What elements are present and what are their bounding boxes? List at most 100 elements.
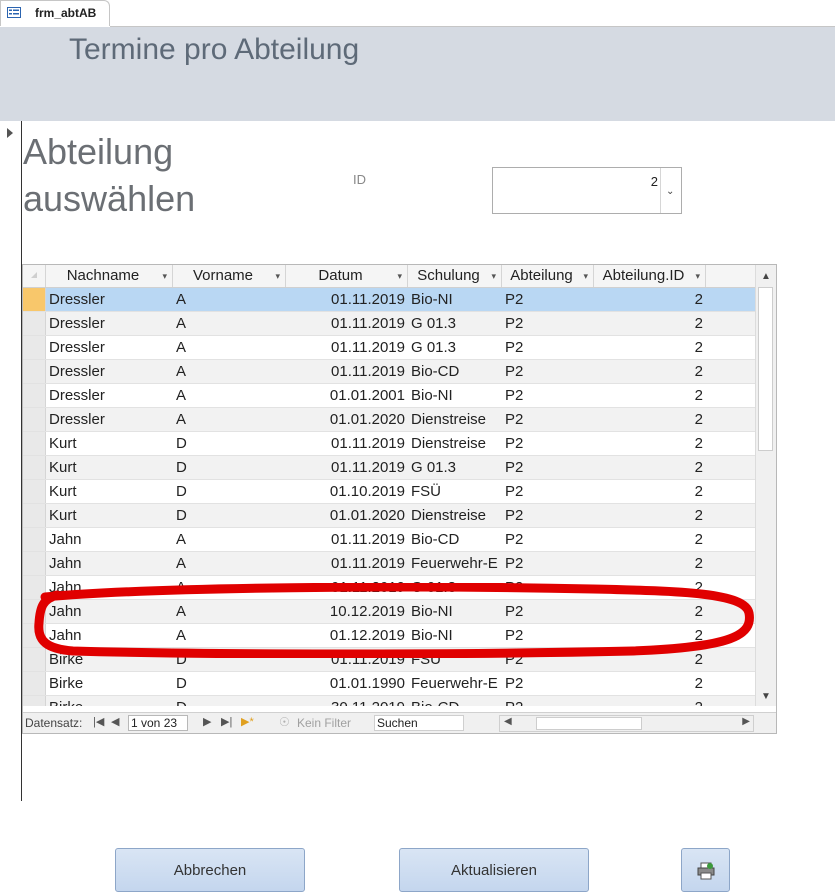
scroll-down-icon[interactable]: ▼ <box>761 691 771 702</box>
table-cell[interactable]: 01.11.2019 <box>286 360 408 383</box>
tab-frm-abtab[interactable]: frm_abtAB <box>0 0 110 26</box>
table-cell[interactable]: Bio-NI <box>408 600 502 623</box>
column-header-schulung[interactable]: Schulung ▾ <box>408 265 502 287</box>
table-row[interactable]: Dressler A 01.11.2019 G 01.3 P2 2 <box>23 312 756 336</box>
table-cell[interactable]: Feuerwehr-E <box>408 672 502 695</box>
id-dropdown-button[interactable]: ⌄ <box>660 168 681 213</box>
table-cell[interactable]: Dienstreise <box>408 408 502 431</box>
table-cell[interactable]: 2 <box>594 432 706 455</box>
table-cell[interactable]: P2 <box>502 360 594 383</box>
new-record-icon[interactable]: ▶* <box>241 715 254 728</box>
table-cell[interactable]: A <box>173 528 286 551</box>
table-cell[interactable]: A <box>173 336 286 359</box>
sort-dropdown-icon[interactable]: ▾ <box>491 265 496 287</box>
table-cell[interactable]: Dressler <box>46 288 173 311</box>
table-cell[interactable]: Dienstreise <box>408 432 502 455</box>
table-cell[interactable]: P2 <box>502 432 594 455</box>
table-cell[interactable]: P2 <box>502 480 594 503</box>
table-cell[interactable]: 01.11.2019 <box>286 456 408 479</box>
table-row[interactable]: Jahn A 01.11.2019 Feuerwehr-E P2 2 <box>23 552 756 576</box>
table-cell[interactable]: Kurt <box>46 504 173 527</box>
table-cell[interactable]: D <box>173 504 286 527</box>
table-cell[interactable]: D <box>173 696 286 706</box>
vertical-scroll-thumb[interactable] <box>758 287 773 451</box>
row-selector[interactable] <box>23 576 46 599</box>
table-cell[interactable]: Bio-NI <box>408 384 502 407</box>
table-cell[interactable]: D <box>173 456 286 479</box>
table-cell[interactable]: P2 <box>502 336 594 359</box>
vertical-scrollbar[interactable]: ▲ ▼ <box>755 265 776 706</box>
row-selector[interactable] <box>23 504 46 527</box>
row-selector[interactable] <box>23 360 46 383</box>
table-cell[interactable]: D <box>173 432 286 455</box>
table-cell[interactable]: D <box>173 672 286 695</box>
table-cell[interactable]: 30.11.2019 <box>286 696 408 706</box>
table-cell[interactable]: 01.01.2020 <box>286 504 408 527</box>
table-cell[interactable]: 01.11.2019 <box>286 576 408 599</box>
table-cell[interactable]: Bio-CD <box>408 360 502 383</box>
table-cell[interactable]: 2 <box>594 408 706 431</box>
table-cell[interactable]: Jahn <box>46 552 173 575</box>
row-selector[interactable] <box>23 480 46 503</box>
table-row[interactable]: Birke D 01.01.1990 Feuerwehr-E P2 2 <box>23 672 756 696</box>
table-row[interactable]: Birke D 01.11.2019 FSÜ P2 2 <box>23 648 756 672</box>
table-cell[interactable]: 01.11.2019 <box>286 288 408 311</box>
column-header-abteilung-id[interactable]: Abteilung.ID ▾ <box>594 265 706 287</box>
table-cell[interactable]: Dressler <box>46 384 173 407</box>
row-selector[interactable] <box>23 552 46 575</box>
horizontal-scrollbar[interactable]: ◀ ▶ <box>499 715 754 732</box>
table-cell[interactable]: 01.01.2001 <box>286 384 408 407</box>
row-selector[interactable] <box>23 696 46 706</box>
table-row[interactable]: Jahn A 10.12.2019 Bio-NI P2 2 <box>23 600 756 624</box>
table-cell[interactable]: Kurt <box>46 480 173 503</box>
table-cell[interactable]: 2 <box>594 528 706 551</box>
table-cell[interactable]: Dressler <box>46 312 173 335</box>
search-input[interactable]: Suchen <box>374 715 464 731</box>
last-record-icon[interactable]: ▶| <box>221 715 232 728</box>
table-cell[interactable]: Dienstreise <box>408 504 502 527</box>
sort-dropdown-icon[interactable]: ▾ <box>695 265 700 287</box>
table-cell[interactable]: A <box>173 288 286 311</box>
table-cell[interactable]: 2 <box>594 480 706 503</box>
table-cell[interactable]: 01.11.2019 <box>286 312 408 335</box>
first-record-icon[interactable]: |◀ <box>93 715 104 728</box>
table-cell[interactable]: 01.11.2019 <box>286 432 408 455</box>
table-cell[interactable]: Bio-NI <box>408 288 502 311</box>
table-cell[interactable]: A <box>173 408 286 431</box>
table-cell[interactable]: A <box>173 576 286 599</box>
table-cell[interactable]: P2 <box>502 600 594 623</box>
table-cell[interactable]: 2 <box>594 336 706 359</box>
table-cell[interactable]: Jahn <box>46 576 173 599</box>
scroll-up-icon[interactable]: ▲ <box>761 271 771 282</box>
row-selector[interactable] <box>23 288 46 311</box>
table-cell[interactable]: 01.11.2019 <box>286 336 408 359</box>
table-cell[interactable]: P2 <box>502 312 594 335</box>
table-cell[interactable]: P2 <box>502 576 594 599</box>
table-cell[interactable]: 2 <box>594 576 706 599</box>
table-cell[interactable]: Dressler <box>46 336 173 359</box>
table-cell[interactable]: A <box>173 600 286 623</box>
table-cell[interactable]: 2 <box>594 288 706 311</box>
table-cell[interactable]: P2 <box>502 384 594 407</box>
table-cell[interactable]: Jahn <box>46 600 173 623</box>
table-cell[interactable]: 10.12.2019 <box>286 600 408 623</box>
scroll-left-icon[interactable]: ◀ <box>504 716 512 727</box>
table-cell[interactable]: 2 <box>594 648 706 671</box>
table-cell[interactable]: P2 <box>502 672 594 695</box>
table-cell[interactable]: 2 <box>594 672 706 695</box>
row-selector[interactable] <box>23 648 46 671</box>
table-cell[interactable]: Jahn <box>46 624 173 647</box>
row-selector[interactable] <box>23 528 46 551</box>
table-cell[interactable]: Kurt <box>46 432 173 455</box>
scroll-right-icon[interactable]: ▶ <box>742 716 750 727</box>
sort-dropdown-icon[interactable]: ▾ <box>275 265 280 287</box>
row-selector[interactable] <box>23 600 46 623</box>
column-header-abteilung[interactable]: Abteilung ▾ <box>502 265 594 287</box>
table-cell[interactable]: G 01.3 <box>408 576 502 599</box>
row-selector[interactable] <box>23 672 46 695</box>
row-selector[interactable] <box>23 384 46 407</box>
table-cell[interactable]: G 01.3 <box>408 336 502 359</box>
print-button[interactable] <box>681 848 730 892</box>
table-cell[interactable]: 2 <box>594 456 706 479</box>
row-selector[interactable] <box>23 624 46 647</box>
